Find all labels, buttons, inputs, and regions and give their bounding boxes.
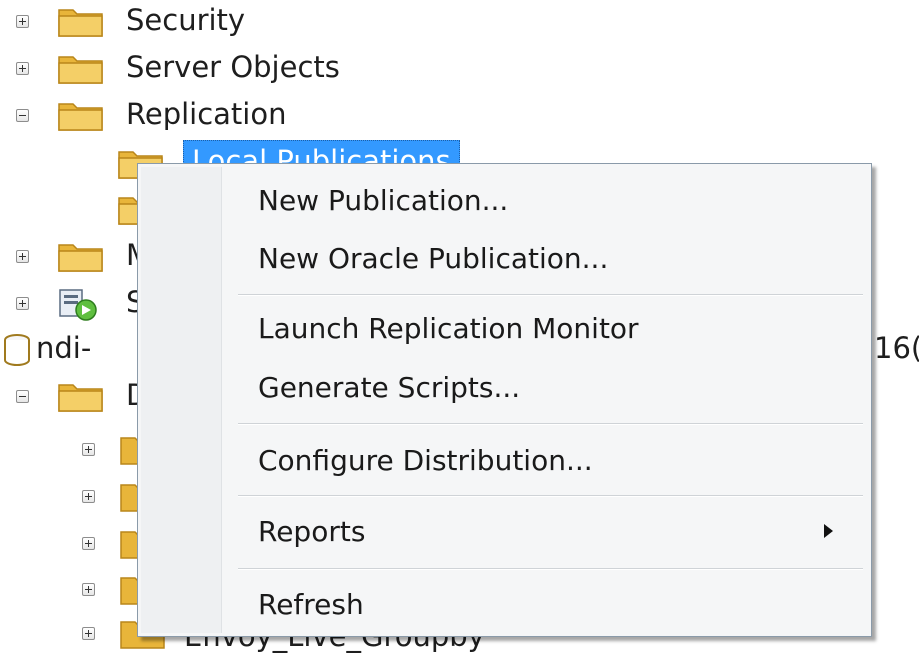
plus-expander-icon[interactable] xyxy=(16,250,29,263)
menu-item-refresh[interactable]: Refresh xyxy=(238,578,861,630)
menu-item-new-oracle-publication[interactable]: New Oracle Publication... xyxy=(238,232,861,284)
menu-item-label: Refresh xyxy=(258,587,364,621)
menu-separator xyxy=(238,568,863,570)
minus-expander-icon[interactable] xyxy=(16,109,29,122)
folder-icon xyxy=(58,5,104,37)
menu-item-label: New Publication... xyxy=(258,183,509,217)
menu-item-label: New Oracle Publication... xyxy=(258,241,609,275)
tree-node-label: Security xyxy=(126,3,246,37)
menu-item-label: Reports xyxy=(258,514,366,548)
tree-node-label: Server Objects xyxy=(126,50,340,84)
context-menu: New Publication... New Oracle Publicatio… xyxy=(137,163,872,637)
menu-item-configure-distribution[interactable]: Configure Distribution... xyxy=(238,434,861,486)
menu-separator xyxy=(238,294,863,296)
submenu-arrow-icon xyxy=(824,524,833,538)
menu-icon-gutter xyxy=(141,167,222,633)
folder-icon xyxy=(58,380,104,412)
minus-expander-icon[interactable] xyxy=(16,390,29,403)
tree-node-label-suffix: 16( xyxy=(874,331,919,365)
menu-item-launch-replication-monitor[interactable]: Launch Replication Monitor xyxy=(238,302,861,354)
server-icon xyxy=(58,284,102,326)
plus-expander-icon[interactable] xyxy=(82,537,95,550)
menu-item-label: Launch Replication Monitor xyxy=(258,311,639,345)
database-icon xyxy=(2,333,32,373)
plus-expander-icon[interactable] xyxy=(82,583,95,596)
menu-separator xyxy=(238,495,863,497)
folder-icon xyxy=(58,240,104,272)
menu-separator xyxy=(238,423,863,425)
menu-item-generate-scripts[interactable]: Generate Scripts... xyxy=(238,361,861,413)
plus-expander-icon[interactable] xyxy=(82,443,95,456)
folder-icon xyxy=(58,99,104,131)
menu-item-reports[interactable]: Reports xyxy=(238,505,861,557)
plus-expander-icon[interactable] xyxy=(16,297,29,310)
tree-node-label: ndi- xyxy=(36,331,92,365)
menu-item-label: Configure Distribution... xyxy=(258,443,593,477)
plus-expander-icon[interactable] xyxy=(82,490,95,503)
menu-item-new-publication[interactable]: New Publication... xyxy=(238,174,861,226)
tree-node-label: Replication xyxy=(126,97,287,131)
plus-expander-icon[interactable] xyxy=(16,62,29,75)
plus-expander-icon[interactable] xyxy=(16,15,29,28)
plus-expander-icon[interactable] xyxy=(82,627,95,640)
folder-icon xyxy=(58,52,104,84)
menu-item-label: Generate Scripts... xyxy=(258,370,521,404)
